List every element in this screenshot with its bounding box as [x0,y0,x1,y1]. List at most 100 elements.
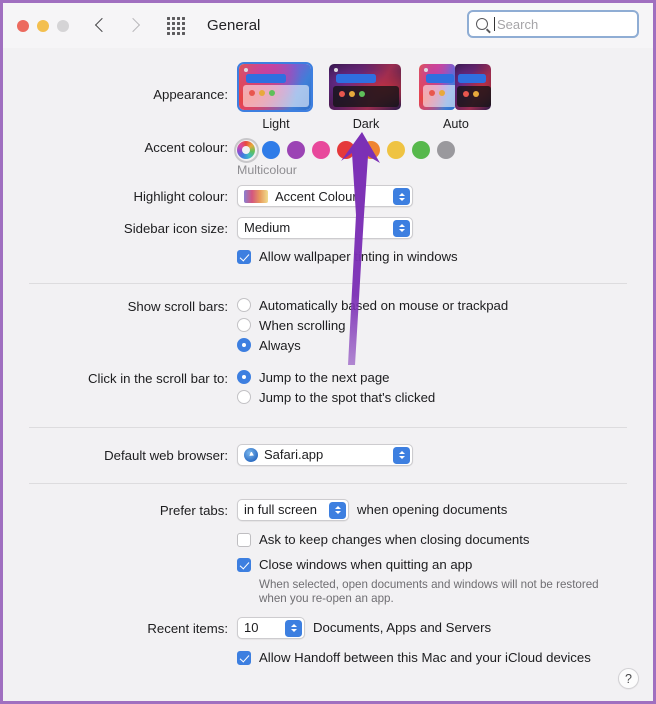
prefer-tabs-suffix: when opening documents [357,502,508,517]
accent-swatch-green[interactable] [412,141,430,159]
ask-keep-changes-row[interactable]: Ask to keep changes when closing documen… [237,532,653,548]
search-field[interactable]: Search [467,10,639,38]
show-all-grid-icon[interactable] [167,16,185,35]
click-scroll-radio-next-page[interactable] [237,370,251,384]
highlight-colour-swatch [244,189,268,203]
show-scroll-bars-row: Show scroll bars: Automatically based on… [3,298,653,358]
prefer-tabs-select[interactable]: in full screen [237,498,349,521]
accent-swatch-graphite[interactable] [437,141,455,159]
accent-swatch-purple[interactable] [287,141,305,159]
accent-swatch-orange[interactable] [362,141,380,159]
close-windows-label: Close windows when quitting an app [259,556,473,572]
ask-keep-changes-checkbox[interactable] [237,532,251,547]
click-scroll-label-spot-clicked: Jump to the spot that's clicked [259,389,436,405]
recent-items-suffix: Documents, Apps and Servers [313,620,492,635]
appearance-label-light: Light [262,117,290,131]
safari-icon [244,447,258,462]
accent-swatches [233,137,653,163]
chevron-updown-icon[interactable] [393,219,410,237]
highlight-colour-label: Highlight colour: [133,189,228,204]
accent-colour-label: Accent colour: [144,140,228,155]
system-preferences-general-window: General Search Appearance: Light Dark Au… [0,0,656,704]
accent-swatch-red[interactable] [337,141,355,159]
handoff-checkbox[interactable] [237,650,251,665]
window-titlebar: General Search [3,3,653,48]
recent-items-stepper[interactable]: 10 [237,616,305,639]
scrollbar-label-automatic: Automatically based on mouse or trackpad [259,297,509,313]
divider [29,426,627,428]
click-scroll-option-spot-clicked[interactable]: Jump to the spot that's clicked [237,390,653,405]
navigation-arrows [95,19,141,33]
appearance-option-dark[interactable]: Dark [327,62,405,131]
prefer-tabs-row: Prefer tabs: in full screen when opening… [3,498,653,606]
accent-swatch-multicolour[interactable] [233,137,259,163]
appearance-label-auto: Auto [443,117,469,131]
appearance-options: Light Dark Auto [237,50,653,131]
click-scroll-option-next-page[interactable]: Jump to the next page [237,370,653,385]
recent-items-label: Recent items: [147,620,228,636]
appearance-option-light[interactable]: Light [237,62,315,131]
close-window-button[interactable] [17,19,29,32]
click-scroll-label-next-page: Jump to the next page [259,369,390,385]
recent-items-value: 10 [244,620,259,635]
highlight-colour-select[interactable]: Accent Colour [237,185,413,207]
wallpaper-tinting-row[interactable]: Allow wallpaper tinting in windows [237,249,653,265]
appearance-thumbnail-light[interactable] [237,62,313,112]
search-placeholder: Search [497,16,539,32]
close-windows-hint: When selected, open documents and window… [259,577,599,605]
forward-chevron-icon[interactable] [127,19,141,33]
scrollbar-radio-always[interactable] [237,338,251,352]
recent-items-row: Recent items: 10 Documents, Apps and Ser… [3,616,653,666]
chevron-updown-icon[interactable] [393,446,410,464]
accent-swatch-blue[interactable] [262,141,280,159]
default-web-browser-select[interactable]: Safari.app [237,443,413,466]
prefer-tabs-control-line: in full screen when opening documents [237,498,653,521]
close-windows-checkbox[interactable] [237,557,251,572]
accent-caption: Multicolour [237,163,297,177]
sidebar-icon-size-select[interactable]: Medium [237,216,413,239]
click-scroll-bar-label: Click in the scroll bar to: [88,370,228,386]
chevron-updown-icon[interactable] [393,188,410,205]
handoff-row[interactable]: Allow Handoff between this Mac and your … [237,650,653,666]
accent-swatch-pink[interactable] [312,141,330,159]
default-web-browser-row: Default web browser: Safari.app [3,443,653,467]
highlight-colour-value: Accent Colour [275,188,357,204]
help-button[interactable]: ? [618,668,639,689]
default-web-browser-value: Safari.app [264,447,324,462]
handoff-label: Allow Handoff between this Mac and your … [259,649,591,665]
search-icon [476,18,488,30]
ask-keep-changes-label: Ask to keep changes when closing documen… [259,531,530,547]
click-scroll-radio-spot-clicked[interactable] [237,390,251,404]
chevron-updown-icon[interactable] [285,619,302,637]
appearance-thumbnail-auto[interactable] [417,62,493,112]
divider [29,482,627,484]
scrollbar-option-when-scrolling[interactable]: When scrolling [237,318,653,333]
text-caret [494,17,495,31]
scrollbar-option-always[interactable]: Always [237,338,653,353]
close-windows-row[interactable]: Close windows when quitting an app [237,557,653,573]
sidebar-icon-size-row: Sidebar icon size: Medium Allow wallpape… [3,216,653,265]
back-chevron-icon[interactable] [95,19,109,33]
show-scroll-bars-label: Show scroll bars: [127,298,228,314]
scrollbar-radio-automatic[interactable] [237,298,251,312]
minimize-window-button[interactable] [37,19,49,32]
preferences-content: Appearance: Light Dark Auto Accent colou… [3,50,653,666]
click-scroll-bar-row: Click in the scroll bar to: Jump to the … [3,370,653,410]
chevron-updown-icon[interactable] [329,501,346,519]
scrollbar-option-automatic[interactable]: Automatically based on mouse or trackpad [237,298,653,313]
appearance-option-auto[interactable]: Auto [417,62,495,131]
zoom-window-button[interactable] [57,19,69,32]
accent-swatch-yellow[interactable] [387,141,405,159]
prefer-tabs-label: Prefer tabs: [159,502,228,518]
appearance-label-dark: Dark [352,117,380,131]
appearance-thumbnail-dark[interactable] [327,62,403,112]
recent-items-control-line: 10 Documents, Apps and Servers [237,616,653,639]
scrollbar-label-when-scrolling: When scrolling [259,317,346,333]
divider [29,282,627,284]
wallpaper-tinting-checkbox[interactable] [237,249,251,264]
sidebar-icon-size-value: Medium [244,220,291,235]
appearance-row: Appearance: Light Dark Auto [3,50,653,131]
scrollbar-radio-when-scrolling[interactable] [237,318,251,332]
accent-colour-row: Accent colour: Multicolour [3,137,653,177]
appearance-label: Appearance: [153,87,228,102]
